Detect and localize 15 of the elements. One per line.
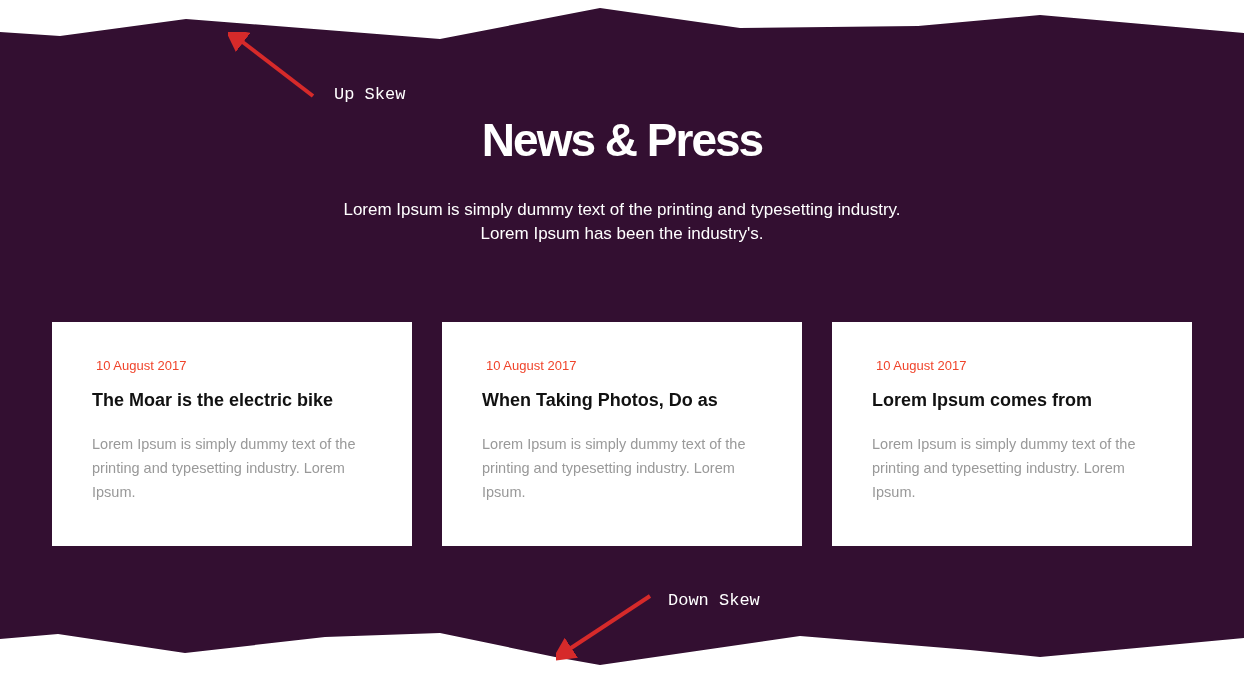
annotation-label: Down Skew xyxy=(668,591,760,610)
arrow-icon xyxy=(556,594,652,661)
news-date: 10 August 2017 xyxy=(486,358,578,374)
news-date: 10 August 2017 xyxy=(96,358,188,374)
news-excerpt: Lorem Ipsum is simply dummy text of the printing and typesetting industry. Lorem Ipsum. xyxy=(482,435,747,502)
news-excerpt: Lorem Ipsum is simply dummy text of the printing and typesetting industry. Lorem Ipsum. xyxy=(872,435,1137,502)
news-date: 10 August 2017 xyxy=(876,358,968,374)
news-title[interactable]: The Moar is the electric bike xyxy=(92,388,372,412)
section-subtitle: Lorem Ipsum is simply dummy text of the printing and typesetting industry. Lorem Ipsum has been the industry's. xyxy=(342,199,902,245)
news-title[interactable]: When Taking Photos, Do as xyxy=(482,388,762,412)
news-title[interactable]: Lorem Ipsum comes from xyxy=(872,388,1152,412)
news-excerpt: Lorem Ipsum is simply dummy text of the printing and typesetting industry. Lorem Ipsum. xyxy=(92,435,357,502)
section-title: News & Press xyxy=(481,113,763,168)
annotation-label: Up Skew xyxy=(334,85,406,104)
arrow-icon xyxy=(228,32,315,98)
